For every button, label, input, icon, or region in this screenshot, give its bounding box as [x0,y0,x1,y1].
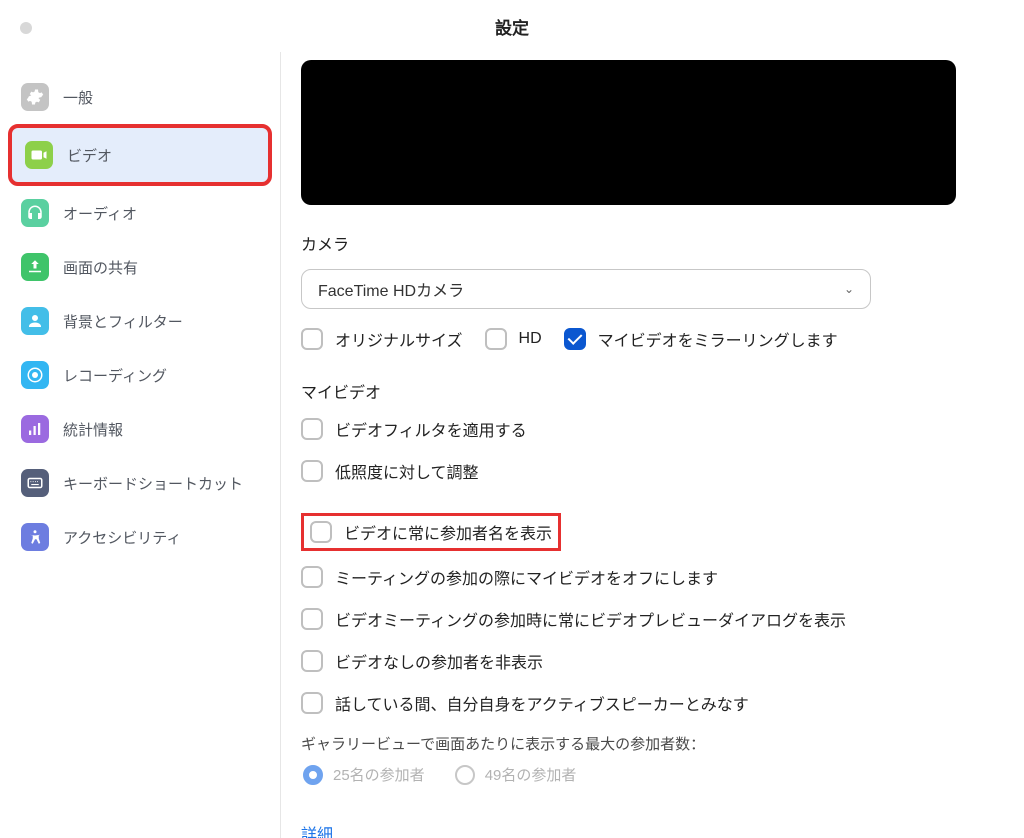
camera-section-label: カメラ [301,231,1004,255]
video-icon [25,141,53,169]
lowlight-label: 低照度に対して調整 [335,459,479,483]
mirror-checkbox[interactable] [564,328,586,350]
gallery-49-radio[interactable]: 49名の参加者 [455,764,577,785]
gallery-max-label: ギャラリービューで画面あたりに表示する最大の参加者数： [301,733,1004,754]
active-speaker-checkbox[interactable] [301,692,323,714]
camera-select[interactable]: FaceTime HDカメラ ⌄ [301,269,871,309]
preview-dialog-label: ビデオミーティングの参加時に常にビデオプレビューダイアログを表示 [335,607,846,631]
original-size-checkbox[interactable] [301,328,323,350]
sidebar-item-label: 背景とフィルター [63,311,183,332]
camera-selected-value: FaceTime HDカメラ [318,277,464,301]
stats-icon [21,415,49,443]
always-show-name-checkbox[interactable] [310,521,332,543]
sidebar-item-keyboard[interactable]: キーボードショートカット [8,456,272,510]
sidebar-item-label: ビデオ [67,145,112,166]
preview-dialog-checkbox[interactable] [301,608,323,630]
headphones-icon [21,199,49,227]
radio-icon [455,765,475,785]
close-icon[interactable] [20,22,32,34]
advanced-link[interactable]: 詳細 [301,821,1004,838]
always-show-name-label: ビデオに常に参加者名を表示 [344,520,552,544]
record-icon [21,361,49,389]
sidebar-item-general[interactable]: 一般 [8,70,272,124]
gallery-25-label: 25名の参加者 [333,764,425,785]
active-speaker-label: 話している間、自分自身をアクティブスピーカーとみなす [335,691,749,715]
chevron-down-icon: ⌄ [844,282,854,296]
sidebar-item-label: 一般 [63,87,93,108]
sidebar-item-label: アクセシビリティ [63,527,181,548]
sidebar-item-background[interactable]: 背景とフィルター [8,294,272,348]
gear-icon [21,83,49,111]
sidebar-item-label: 画面の共有 [63,257,138,278]
gallery-25-radio[interactable]: 25名の参加者 [303,764,425,785]
accessibility-icon [21,523,49,551]
sidebar-item-share-screen[interactable]: 画面の共有 [8,240,272,294]
share-screen-icon [21,253,49,281]
sidebar-item-audio[interactable]: オーディオ [8,186,272,240]
sidebar-item-video[interactable]: ビデオ [8,124,272,186]
lowlight-checkbox[interactable] [301,460,323,482]
sidebar-item-accessibility[interactable]: アクセシビリティ [8,510,272,564]
video-filter-label: ビデオフィルタを適用する [335,417,527,441]
window-title: 設定 [0,14,1024,39]
sidebar-item-recording[interactable]: レコーディング [8,348,272,402]
off-on-join-label: ミーティングの参加の際にマイビデオをオフにします [335,565,718,589]
sidebar-item-statistics[interactable]: 統計情報 [8,402,272,456]
settings-content: カメラ FaceTime HDカメラ ⌄ オリジナルサイズ HD マイビデオをミ… [281,52,1024,838]
radio-icon [303,765,323,785]
person-icon [21,307,49,335]
sidebar-item-label: 統計情報 [63,419,123,440]
hide-novideo-checkbox[interactable] [301,650,323,672]
mirror-label: マイビデオをミラーリングします [598,327,838,351]
original-size-label: オリジナルサイズ [335,327,463,351]
myvideo-section-label: マイビデオ [301,379,1004,403]
off-on-join-checkbox[interactable] [301,566,323,588]
hd-label: HD [519,330,542,348]
hide-novideo-label: ビデオなしの参加者を非表示 [335,649,543,673]
hd-checkbox[interactable] [485,328,507,350]
video-preview [301,60,956,205]
gallery-49-label: 49名の参加者 [485,764,577,785]
sidebar-item-label: オーディオ [63,203,137,224]
sidebar: 一般 ビデオ オーディオ 画面の共有 背景とフィルター [0,52,281,838]
keyboard-icon [21,469,49,497]
sidebar-item-label: レコーディング [63,365,167,386]
video-filter-checkbox[interactable] [301,418,323,440]
sidebar-item-label: キーボードショートカット [63,473,243,494]
